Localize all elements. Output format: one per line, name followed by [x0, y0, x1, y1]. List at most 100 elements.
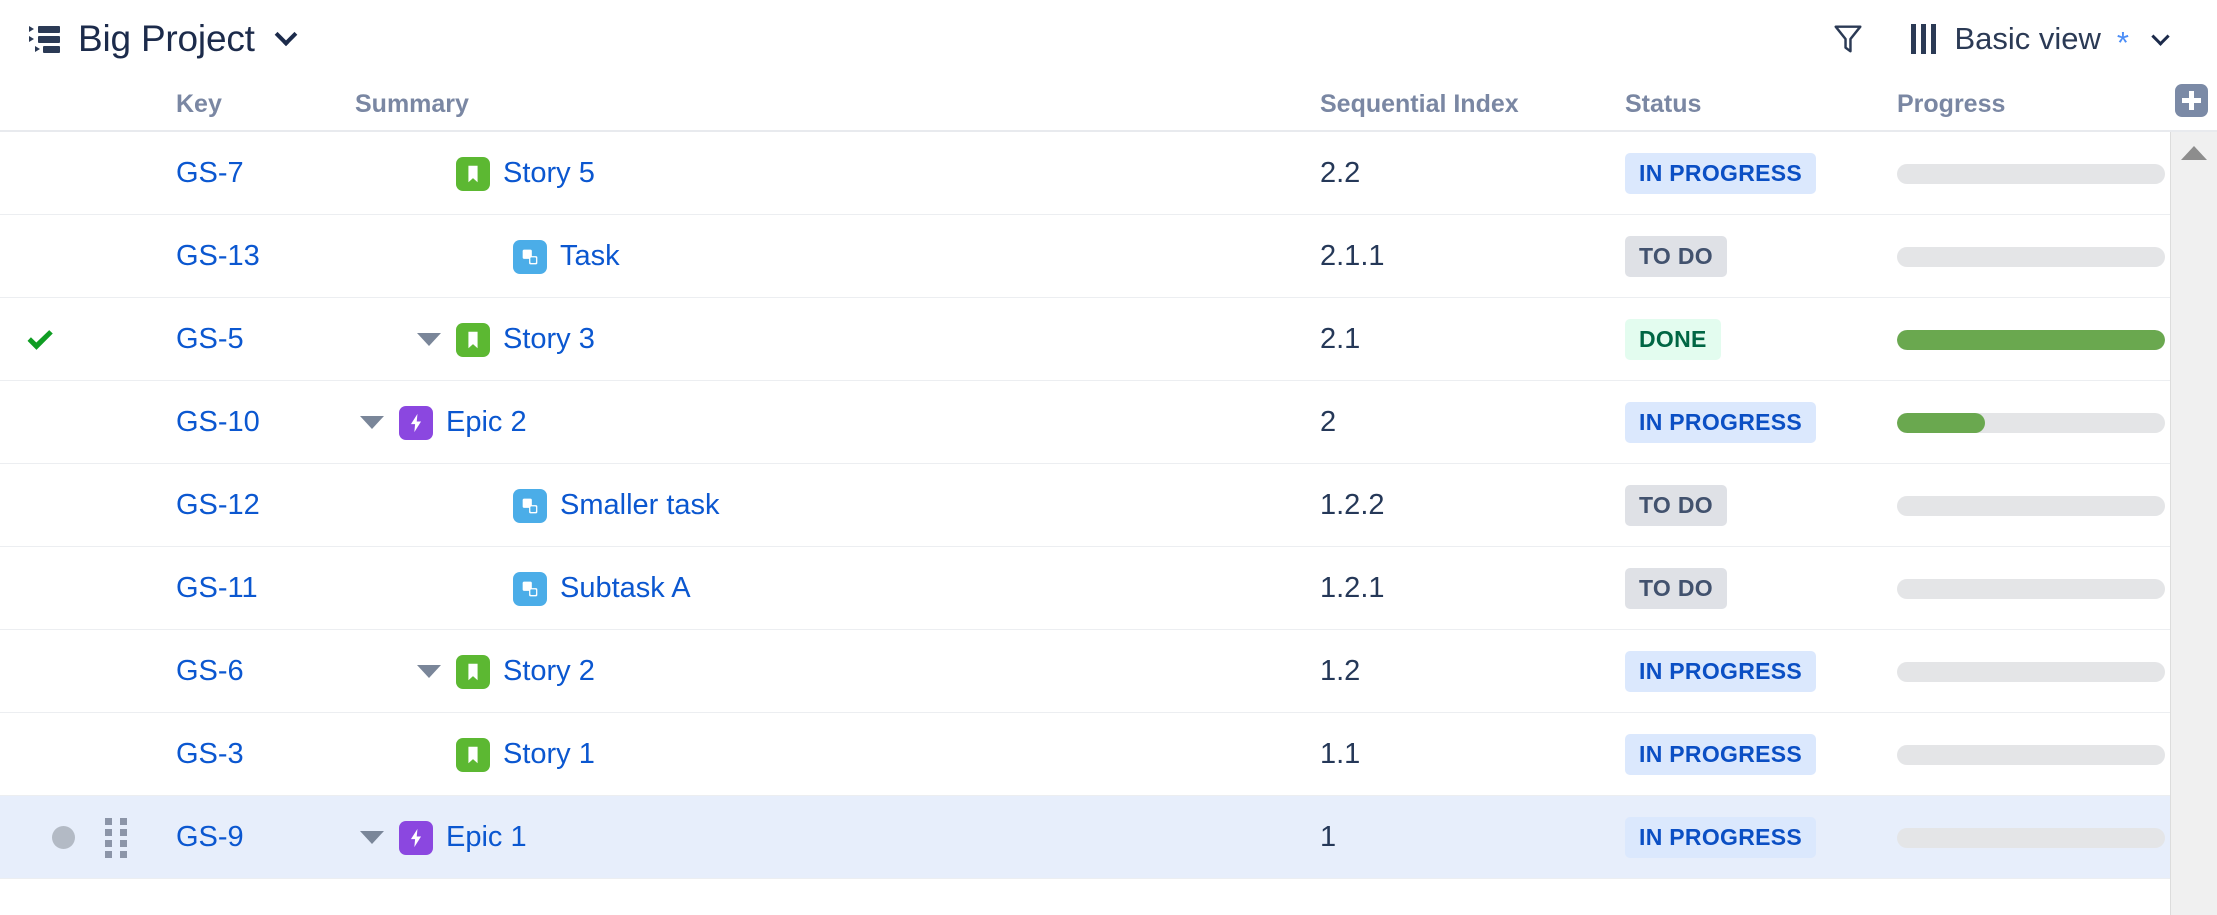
cell-progress — [1897, 464, 2169, 547]
drag-handle-icon[interactable] — [105, 818, 129, 858]
column-header-sequential-index[interactable]: Sequential Index — [1320, 90, 1519, 119]
cell-key: GS-13 — [176, 215, 366, 298]
cell-summary: Smaller task — [355, 464, 1315, 547]
row-marker-gutter — [40, 298, 86, 381]
issue-summary-link[interactable]: Smaller task — [560, 489, 720, 522]
table-row[interactable]: GS-9 Epic 1 1 IN PROGRESS — [0, 796, 2217, 879]
summary-content: Smaller task — [355, 489, 720, 523]
column-header-status[interactable]: Status — [1625, 90, 1701, 119]
cell-key: GS-10 — [176, 381, 366, 464]
row-marker-gutter — [40, 215, 86, 298]
table-row[interactable]: GS-10Epic 22IN PROGRESS — [0, 381, 2217, 464]
cell-status: DONE — [1625, 298, 1890, 381]
table-row[interactable]: GS-12 Smaller task 1.2.2TO DO — [0, 464, 2217, 547]
expand-placeholder — [412, 738, 446, 772]
issue-summary-link[interactable]: Story 5 — [503, 157, 595, 190]
collapse-triangle-icon[interactable] — [355, 821, 389, 855]
issue-key-link[interactable]: GS-7 — [176, 157, 244, 190]
cell-progress — [1897, 215, 2169, 298]
add-column-button[interactable] — [2175, 84, 2208, 117]
issue-key-link[interactable]: GS-9 — [176, 821, 244, 854]
column-header-summary[interactable]: Summary — [355, 90, 469, 119]
vertical-scrollbar[interactable] — [2170, 132, 2217, 915]
issue-summary-link[interactable]: Subtask A — [560, 572, 691, 605]
issue-summary-link[interactable]: Task — [560, 240, 620, 273]
cell-sequential-index: 1.2 — [1320, 630, 1620, 713]
column-header-key[interactable]: Key — [176, 90, 222, 119]
progress-bar-fill — [1897, 330, 2165, 350]
scroll-up-arrow[interactable] — [2181, 146, 2207, 160]
epic-icon — [399, 821, 433, 855]
story-icon — [456, 738, 490, 772]
cell-progress — [1897, 547, 2169, 630]
expand-placeholder — [469, 489, 503, 523]
cell-key: GS-12 — [176, 464, 366, 547]
table-row[interactable]: GS-11 Subtask A 1.2.1TO DO — [0, 547, 2217, 630]
collapse-triangle-icon[interactable] — [355, 406, 389, 440]
issue-key-link[interactable]: GS-12 — [176, 489, 260, 522]
drag-handle-gutter — [96, 796, 138, 879]
issue-key-link[interactable]: GS-5 — [176, 323, 244, 356]
drag-handle-gutter — [96, 215, 138, 298]
summary-content: Epic 1 — [355, 821, 527, 855]
issue-summary-link[interactable]: Story 1 — [503, 738, 595, 771]
row-marker-gutter — [40, 464, 86, 547]
sequential-index-value: 1.2 — [1320, 655, 1360, 688]
sequential-index-value: 1 — [1320, 821, 1336, 854]
issue-key-link[interactable]: GS-13 — [176, 240, 260, 273]
cell-status: IN PROGRESS — [1625, 796, 1890, 879]
chevron-down-icon[interactable] — [2147, 26, 2173, 52]
cell-sequential-index: 1.2.2 — [1320, 464, 1620, 547]
status-badge[interactable]: IN PROGRESS — [1625, 817, 1816, 858]
subtask-icon — [513, 489, 547, 523]
sequential-index-value: 2.1 — [1320, 323, 1360, 356]
cell-summary: Story 1 — [355, 713, 1315, 796]
issue-summary-link[interactable]: Story 3 — [503, 323, 595, 356]
issue-key-link[interactable]: GS-3 — [176, 738, 244, 771]
drag-handle-gutter — [96, 132, 138, 215]
cell-summary: Story 5 — [355, 132, 1315, 215]
table-row[interactable]: GS-5 Story 3 2.1 DONE — [0, 298, 2217, 381]
row-selection-dot[interactable] — [52, 826, 75, 849]
issue-key-link[interactable]: GS-10 — [176, 406, 260, 439]
summary-content: Task — [355, 240, 620, 274]
table-row[interactable]: GS-3Story 11.1IN PROGRESS — [0, 713, 2217, 796]
cell-sequential-index: 1.2.1 — [1320, 547, 1620, 630]
status-badge[interactable]: IN PROGRESS — [1625, 734, 1816, 775]
table-row[interactable]: GS-6 Story 2 1.2 IN PROGRESS — [0, 630, 2217, 713]
progress-bar — [1897, 496, 2165, 516]
summary-content: Subtask A — [355, 572, 691, 606]
table-row[interactable]: GS-13Task2.1.1TO DO — [0, 215, 2217, 298]
status-badge[interactable]: TO DO — [1625, 568, 1727, 609]
cell-status: IN PROGRESS — [1625, 132, 1890, 215]
row-marker-gutter — [40, 713, 86, 796]
status-badge[interactable]: TO DO — [1625, 485, 1727, 526]
issue-key-link[interactable]: GS-11 — [176, 572, 258, 605]
column-header-progress[interactable]: Progress — [1897, 90, 2005, 119]
cell-summary: Task — [355, 215, 1315, 298]
status-badge[interactable]: IN PROGRESS — [1625, 651, 1816, 692]
view-selector[interactable]: Basic view * — [1911, 21, 2173, 57]
cell-progress — [1897, 713, 2169, 796]
status-badge[interactable]: IN PROGRESS — [1625, 402, 1816, 443]
filter-icon[interactable] — [1833, 23, 1863, 55]
project-title-group[interactable]: Big Project — [28, 18, 301, 60]
table-row[interactable]: GS-7Story 52.2IN PROGRESS — [0, 132, 2217, 215]
cell-status: TO DO — [1625, 464, 1890, 547]
story-icon — [456, 157, 490, 191]
top-toolbar: Big Project Basic view * — [0, 0, 2217, 78]
cell-sequential-index: 2.1 — [1320, 298, 1620, 381]
issue-summary-link[interactable]: Story 2 — [503, 655, 595, 688]
cell-status: IN PROGRESS — [1625, 630, 1890, 713]
status-badge[interactable]: IN PROGRESS — [1625, 153, 1816, 194]
issue-summary-link[interactable]: Epic 2 — [446, 406, 527, 439]
collapse-triangle-icon[interactable] — [412, 323, 446, 357]
chevron-down-icon[interactable] — [271, 24, 301, 54]
cell-key: GS-9 — [176, 796, 366, 879]
collapse-triangle-icon[interactable] — [412, 655, 446, 689]
status-badge[interactable]: DONE — [1625, 319, 1721, 360]
status-badge[interactable]: TO DO — [1625, 236, 1727, 277]
progress-bar — [1897, 745, 2165, 765]
issue-summary-link[interactable]: Epic 1 — [446, 821, 527, 854]
issue-key-link[interactable]: GS-6 — [176, 655, 244, 688]
